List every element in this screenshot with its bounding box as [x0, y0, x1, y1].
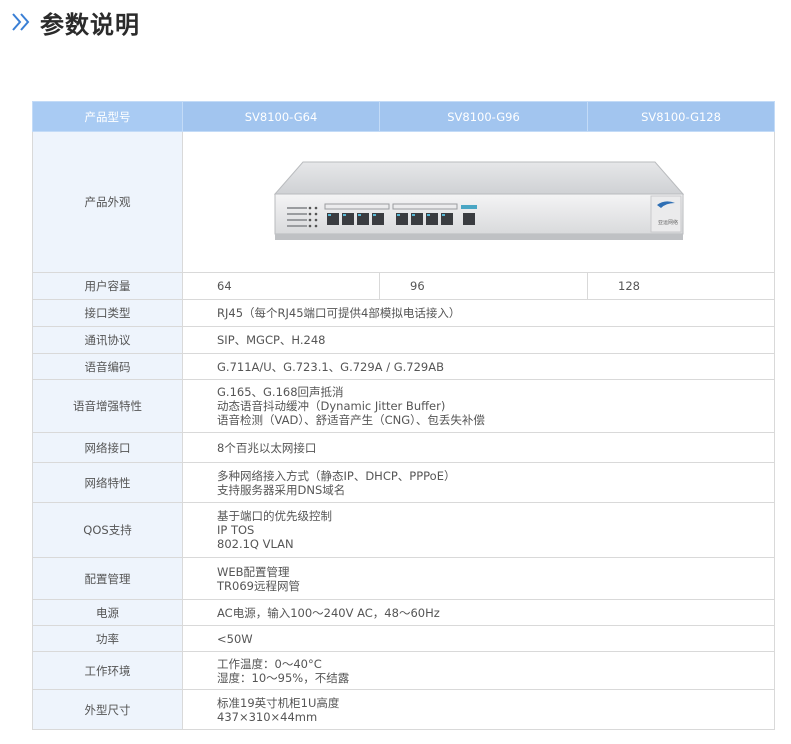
- value-line: 工作温度：0～40°C: [217, 656, 322, 671]
- row-value: 基于端口的优先级控制 IP TOS 802.1Q VLAN: [182, 502, 775, 558]
- section-header: 参数说明: [10, 6, 140, 39]
- row-label: 电源: [32, 599, 183, 626]
- spec-row: QOS支持 基于端口的优先级控制 IP TOS 802.1Q VLAN: [32, 502, 775, 558]
- device-brand-text: 亚运网络: [658, 219, 678, 226]
- value-line: TR069远程网管: [217, 578, 300, 593]
- value-line: SIP、MGCP、H.248: [217, 333, 326, 347]
- spec-row: 功率 <50W: [32, 625, 775, 652]
- row-label: 配置管理: [32, 557, 183, 600]
- value-line: 基于端口的优先级控制: [217, 509, 332, 523]
- row-value: WEB配置管理 TR069远程网管: [182, 557, 775, 600]
- row-value: 多种网络接入方式（静态IP、DHCP、PPPoE） 支持服务器采用DNS域名: [182, 462, 775, 503]
- value-line: <50W: [217, 631, 253, 646]
- value-line: 湿度：10～95%，不结露: [217, 670, 350, 685]
- product-image-cell: 亚运网络: [182, 131, 775, 273]
- value-line: 标准19英寸机柜1U高度: [217, 695, 340, 710]
- capacity-g96: 96: [379, 272, 588, 300]
- capacity-g64: 64: [182, 272, 380, 300]
- row-value: G.165、G.168回声抵消 动态语音抖动缓冲（Dynamic Jitter B…: [182, 379, 775, 433]
- spec-row: 语音编码 G.711A/U、G.723.1、G.729A / G.729AB: [32, 353, 775, 380]
- row-label: 工作环境: [32, 651, 183, 690]
- row-value: <50W: [182, 625, 775, 652]
- row-value: RJ45（每个RJ45端口可提供4部模拟电话接入）: [182, 299, 775, 327]
- spec-row: 语音增强特性 G.165、G.168回声抵消 动态语音抖动缓冲（Dynamic Ji…: [32, 379, 775, 433]
- value-line: 437×310×44mm: [217, 709, 318, 724]
- model-g128: SV8100-G128: [587, 101, 775, 132]
- value-line: 多种网络接入方式（静态IP、DHCP、PPPoE）: [217, 468, 456, 483]
- spec-row: 通讯协议 SIP、MGCP、H.248: [32, 326, 775, 354]
- row-label: 功率: [32, 625, 183, 652]
- table-header-row: 产品型号 SV8100-G64 SV8100-G96 SV8100-G128: [32, 101, 775, 132]
- row-label: 网络特性: [32, 462, 183, 503]
- value-line: WEB配置管理: [217, 564, 290, 579]
- row-value: AC电源，输入100～240V AC，48～60Hz: [182, 599, 775, 626]
- model-g96: SV8100-G96: [379, 101, 588, 132]
- row-label: QOS支持: [32, 502, 183, 558]
- value-line: 8个百兆以太网接口: [217, 440, 317, 455]
- double-chevron-right-icon: [12, 13, 30, 31]
- row-label: 语音编码: [32, 353, 183, 380]
- row-label: 产品外观: [32, 131, 183, 273]
- value-line: G.711A/U、G.723.1、G.729A / G.729AB: [217, 359, 445, 374]
- spec-row: 网络特性 多种网络接入方式（静态IP、DHCP、PPPoE） 支持服务器采用DNS域…: [32, 462, 775, 503]
- value-line: 动态语音抖动缓冲（Dynamic Jitter Buffer): [217, 399, 446, 413]
- value-line: G.165、G.168回声抵消: [217, 385, 344, 399]
- value-line: RJ45（每个RJ45端口可提供4部模拟电话接入）: [217, 306, 461, 320]
- spec-row: 配置管理 WEB配置管理 TR069远程网管: [32, 557, 775, 600]
- row-label: 用户容量: [32, 272, 183, 300]
- spec-row: 电源 AC电源，输入100～240V AC，48～60Hz: [32, 599, 775, 626]
- spec-row: 接口类型 RJ45（每个RJ45端口可提供4部模拟电话接入）: [32, 299, 775, 327]
- row-value: SIP、MGCP、H.248: [182, 326, 775, 354]
- device-image: 亚运网络: [273, 161, 684, 240]
- value-line: 802.1Q VLAN: [217, 537, 294, 551]
- row-value: 8个百兆以太网接口: [182, 432, 775, 463]
- value-line: IP TOS: [217, 523, 255, 537]
- capacity-row: 用户容量 64 96 128: [32, 272, 775, 300]
- row-value: 工作温度：0～40°C 湿度：10～95%，不结露: [182, 651, 775, 690]
- spec-row: 工作环境 工作温度：0～40°C 湿度：10～95%，不结露: [32, 651, 775, 690]
- value-line: AC电源，输入100～240V AC，48～60Hz: [217, 605, 440, 620]
- row-label: 网络接口: [32, 432, 183, 463]
- row-value: 标准19英寸机柜1U高度 437×310×44mm: [182, 689, 775, 730]
- model-g64: SV8100-G64: [182, 101, 380, 132]
- spec-row: 外型尺寸 标准19英寸机柜1U高度 437×310×44mm: [32, 689, 775, 730]
- appearance-row: 产品外观 亚运网络: [32, 131, 775, 273]
- spec-table: 产品型号 SV8100-G64 SV8100-G96 SV8100-G128 产…: [32, 101, 775, 730]
- spec-row: 网络接口 8个百兆以太网接口: [32, 432, 775, 463]
- value-line: 支持服务器采用DNS域名: [217, 482, 346, 497]
- header-label: 产品型号: [32, 101, 183, 132]
- row-label: 接口类型: [32, 299, 183, 327]
- row-value: G.711A/U、G.723.1、G.729A / G.729AB: [182, 353, 775, 380]
- row-label: 外型尺寸: [32, 689, 183, 730]
- row-label: 通讯协议: [32, 326, 183, 354]
- page-title: 参数说明: [40, 10, 140, 39]
- value-line: 语音检测（VAD）、舒适音产生（CNG）、包丢失补偿: [217, 413, 485, 427]
- capacity-g128: 128: [587, 272, 775, 300]
- row-label: 语音增强特性: [32, 379, 183, 433]
